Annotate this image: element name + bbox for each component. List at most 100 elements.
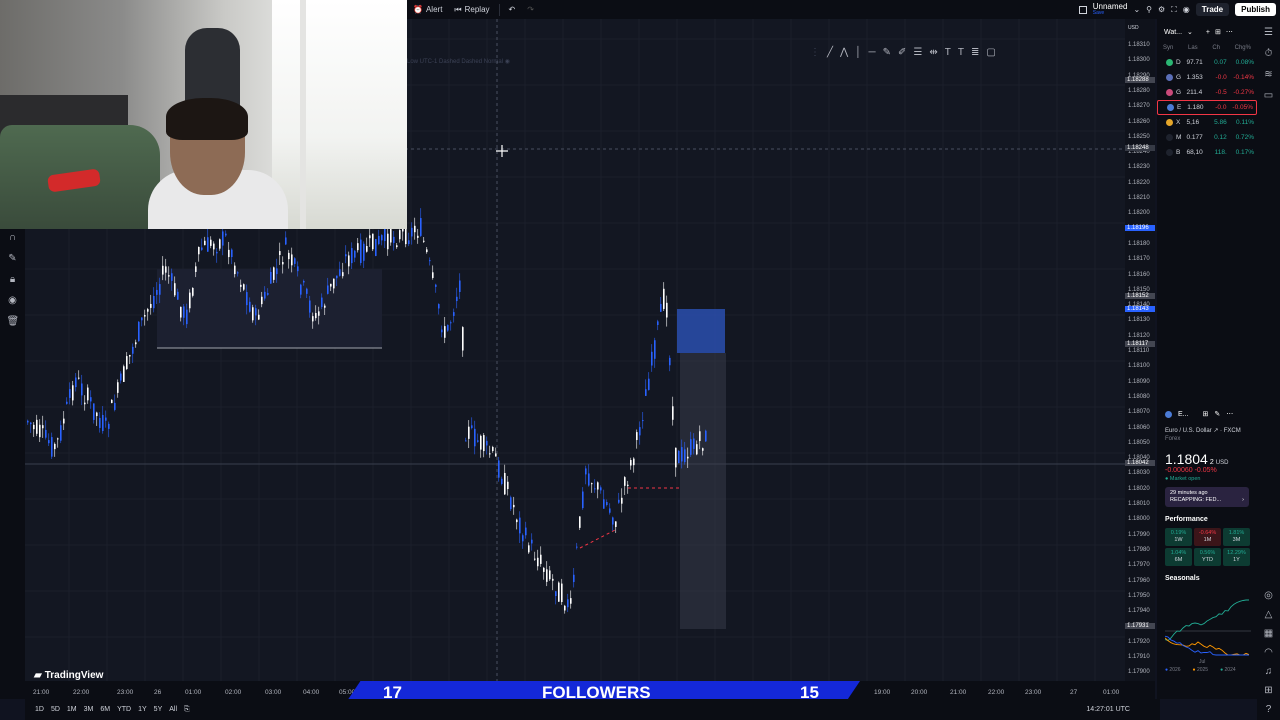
watchlist-row[interactable]: B 68,10 118. 0.17% [1157, 145, 1257, 160]
apps-icon[interactable]: ⊞ [1264, 685, 1272, 696]
fullscreen-icon[interactable]: ⛶ [1171, 5, 1177, 15]
price-tick: 1.18310 [1128, 42, 1150, 48]
watchlist-row[interactable]: G 211.4 -0.5 -0.27% [1157, 85, 1257, 100]
magnet-icon[interactable]: ∩ [7, 232, 19, 244]
seasonals-chart[interactable] [1164, 585, 1251, 657]
candle-body [246, 292, 248, 306]
time-label: 01:00 [185, 689, 202, 696]
chevron-down-icon[interactable]: ⌄ [1187, 28, 1193, 36]
tradingview-logo[interactable]: ▰ TradingView [34, 670, 103, 681]
stream-icon[interactable]: ◠ [1264, 647, 1273, 658]
range-button-6m[interactable]: 6M [100, 706, 110, 713]
watchlist-row[interactable]: G 1.353 -0.0 -0.14% [1157, 70, 1257, 85]
performance-cell[interactable]: -0.64% 1M [1194, 528, 1221, 546]
alert-button[interactable]: ⏰ Alert [407, 5, 448, 14]
alerts-icon[interactable]: ⏱ [1265, 48, 1273, 59]
watchlist-column-header[interactable]: Las [1188, 45, 1198, 51]
watchlist-column-header[interactable]: Syn [1163, 45, 1173, 51]
path-icon[interactable]: ⋀ [840, 47, 848, 58]
top-toolbar: ⏰ Alert ⏮ Replay ↶ ↷ Unnamed Save ⌄ ⚲ ⚙ … [407, 0, 1280, 19]
brush-icon[interactable]: ✎ [883, 47, 891, 58]
help-icon[interactable]: ? [1266, 704, 1272, 715]
trend-line-icon[interactable]: ╱ [827, 47, 833, 58]
watchlist-column-header[interactable]: Chg% [1235, 45, 1251, 51]
more-icon[interactable]: ⋯ [1226, 410, 1233, 418]
rectangle-icon[interactable]: ▢ [986, 47, 995, 58]
drag-handle-icon[interactable]: ⋮ [810, 47, 820, 58]
eye-icon[interactable]: ◉ [505, 59, 510, 65]
candle-body [597, 482, 599, 490]
list-icon[interactable]: ≣ [971, 47, 979, 58]
watchlist-column-header[interactable]: Ch [1212, 45, 1220, 51]
performance-cell[interactable]: 0.56% YTD [1194, 548, 1221, 566]
watchlist-row[interactable]: D 97.71 0.07 0.08% [1157, 55, 1257, 70]
text-icon[interactable]: T [958, 47, 964, 58]
layout-icon[interactable]: ⊞ [1215, 28, 1221, 36]
range-button-1m[interactable]: 1M [67, 706, 77, 713]
chat-icon[interactable]: ▭ [1264, 90, 1273, 101]
range-button-5y[interactable]: 5Y [154, 706, 163, 713]
performance-cell[interactable]: 0.19% 1W [1165, 528, 1192, 546]
range-button-all[interactable]: All [169, 706, 177, 713]
price-scale[interactable]: 1.18310 1.18300 1.18290 1.18280 1.18270 1.182… [1125, 19, 1155, 681]
performance-cell[interactable]: 1.04% 6M [1165, 548, 1192, 566]
pair-name[interactable]: Euro / U.S. Dollar [1165, 428, 1212, 434]
range-button-1d[interactable]: 1D [35, 706, 44, 713]
seasonals-legend-item[interactable]: ● 2025 [1193, 667, 1209, 673]
watchlist-icon[interactable]: ☰ [1264, 27, 1273, 38]
quick-search-icon[interactable]: ⚲ [1146, 5, 1152, 14]
grid-icon[interactable]: ⊞ [1203, 410, 1209, 418]
settings-icon[interactable]: ⚙ [1158, 5, 1165, 14]
text-tool-icon[interactable]: T [945, 47, 951, 58]
undo-button[interactable]: ↶ [503, 5, 522, 14]
news-card[interactable]: 29 minutes ago RECAPPING: FED... › [1165, 487, 1249, 507]
layout-name-button[interactable]: Unnamed Save [1093, 2, 1128, 17]
pencil-icon[interactable]: ✎ [7, 253, 19, 265]
eye-icon[interactable]: ◉ [7, 295, 19, 307]
layout-icon[interactable] [1078, 5, 1087, 14]
goto-date-icon[interactable]: ⎘ [184, 706, 190, 714]
vertical-line-icon[interactable]: │ [855, 47, 861, 58]
lock-icon[interactable]: 🔒︎ [7, 274, 19, 286]
seasonals-legend-item[interactable]: ● 2024 [1220, 667, 1236, 673]
layers-icon[interactable]: ≋ [1264, 69, 1272, 80]
watchlist-row[interactable]: X 5,16 5.86 0.11% [1157, 115, 1257, 130]
performance-cell[interactable]: 1.81% 3M [1223, 528, 1250, 546]
ideas-icon[interactable]: △ [1265, 609, 1273, 620]
currency-label[interactable]: USD [1128, 25, 1139, 31]
replay-button[interactable]: ⏮ Replay [448, 5, 495, 15]
trade-button[interactable]: Trade [1195, 3, 1230, 16]
trash-icon[interactable]: 🗑︎ [7, 316, 20, 328]
redo-button[interactable]: ↷ [521, 5, 540, 14]
watchlist-row[interactable]: E 1.180 -0.0 -0.05% [1157, 100, 1257, 115]
performance-cell[interactable]: 12.29% 1Y [1223, 548, 1250, 566]
candle-body [573, 574, 575, 583]
detail-symbol[interactable]: E... [1178, 411, 1189, 418]
chevron-down-icon[interactable]: ⌄ [1133, 5, 1140, 14]
add-symbol-icon[interactable]: + [1206, 29, 1210, 36]
horizontal-ray-icon[interactable]: ─ [868, 47, 875, 58]
range-button-1y[interactable]: 1Y [138, 706, 147, 713]
range-icon[interactable]: ⇹ [929, 47, 937, 58]
target-icon[interactable]: ◎ [1264, 590, 1273, 601]
bell-icon[interactable]: ♫ [1265, 666, 1273, 677]
clock[interactable]: 14:27:01 UTC [1086, 706, 1160, 713]
watchlist-title[interactable]: Wat... [1164, 29, 1182, 36]
edit-icon[interactable]: ✎ [1214, 410, 1220, 418]
range-button-3m[interactable]: 3M [84, 706, 94, 713]
calendar-icon[interactable]: ▦ [1264, 628, 1273, 639]
position-icon[interactable]: ☰ [913, 47, 922, 58]
symbol-logo-icon [1166, 119, 1173, 126]
external-link-icon[interactable]: ↗ · [1213, 428, 1223, 434]
pen-icon[interactable]: ✐ [898, 47, 906, 58]
watchlist-row[interactable]: M 0.177 0.12 0.72% [1157, 130, 1257, 145]
seasonals-legend-item[interactable]: ● 2026 [1165, 667, 1181, 673]
price-tick: 1.17990 [1128, 531, 1150, 538]
camera-icon[interactable]: ◉ [1183, 5, 1190, 14]
range-button-ytd[interactable]: YTD [117, 706, 131, 713]
more-icon[interactable]: ⋯ [1226, 28, 1233, 36]
publish-button[interactable]: Publish [1235, 3, 1276, 16]
candle-body [648, 378, 650, 390]
candle-body [420, 218, 422, 236]
range-button-5d[interactable]: 5D [51, 706, 60, 713]
